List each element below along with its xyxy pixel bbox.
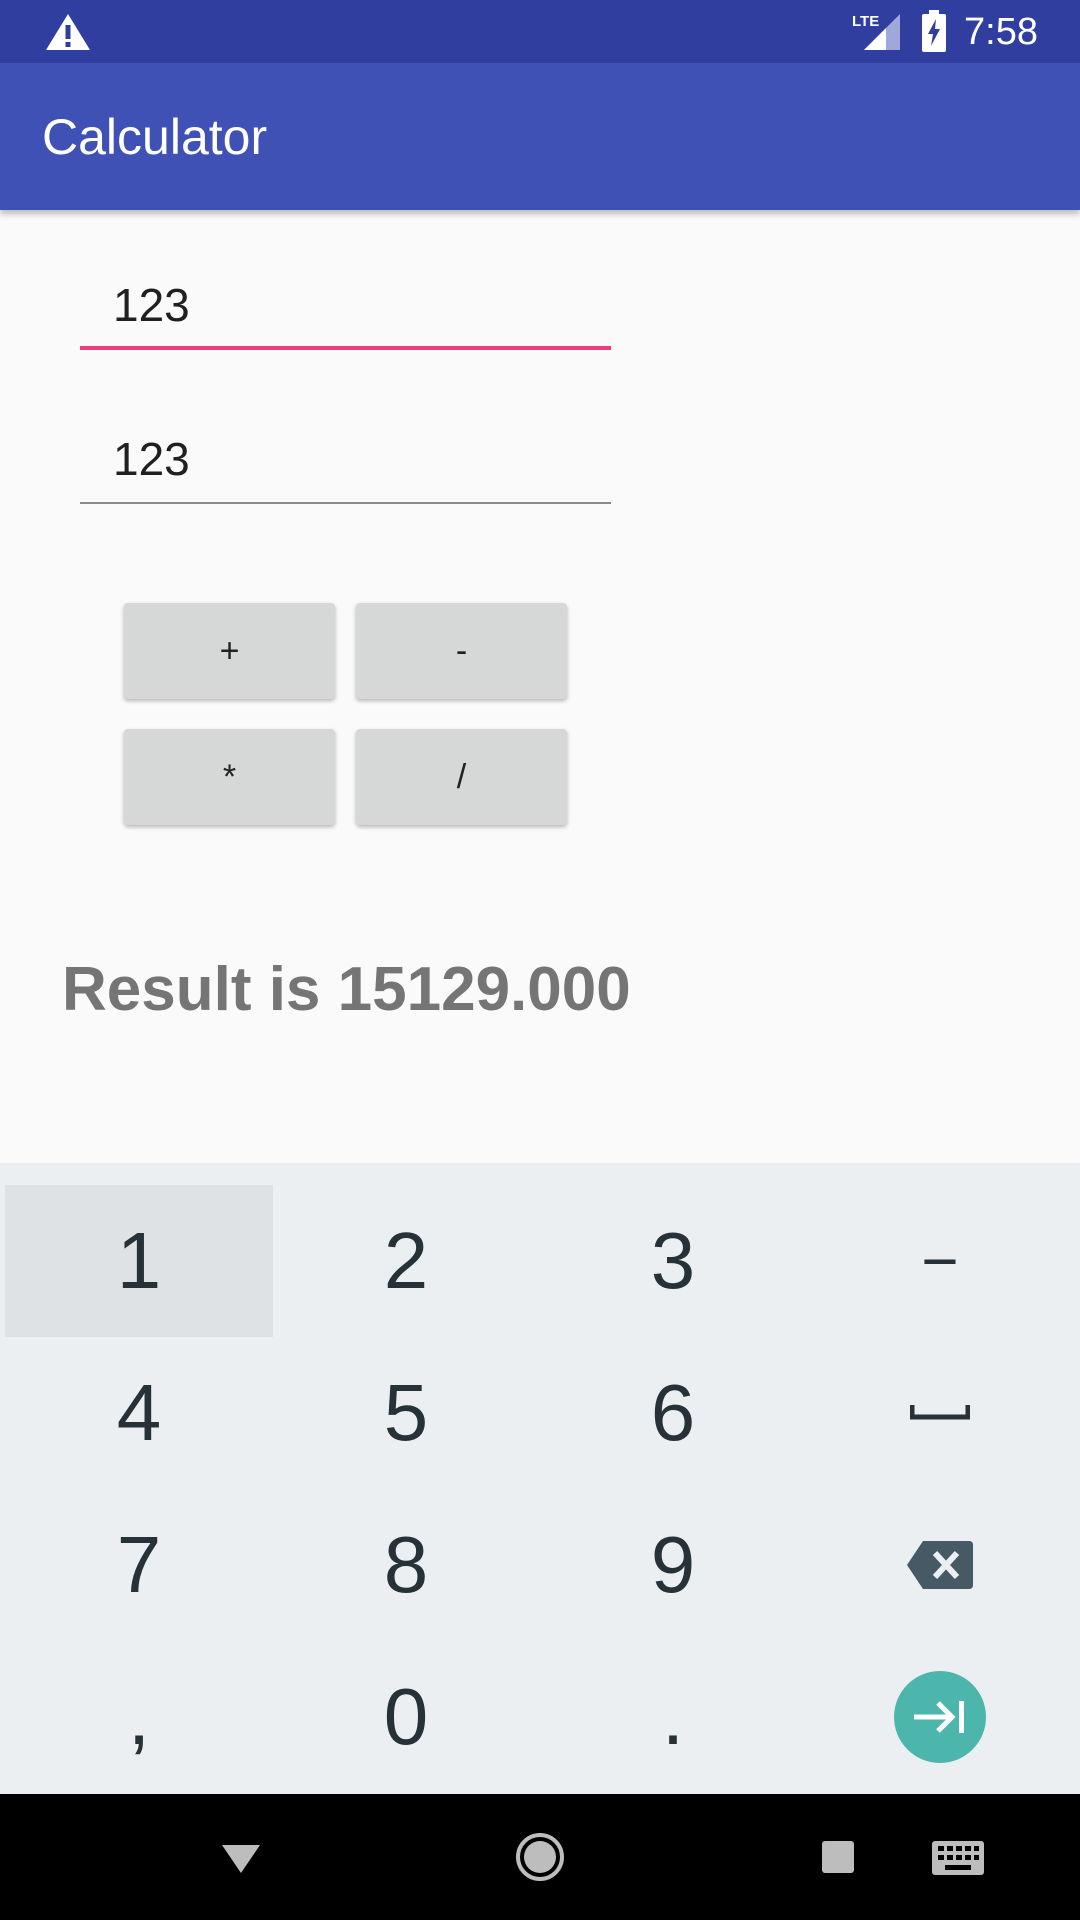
key-next[interactable] <box>806 1641 1074 1793</box>
key-7-label: 7 <box>116 1520 162 1609</box>
key-8-label: 8 <box>383 1520 429 1609</box>
recents-icon[interactable] <box>820 1827 856 1887</box>
key-minus[interactable]: − <box>806 1185 1074 1337</box>
key-7[interactable]: 7 <box>5 1489 273 1641</box>
first-number-field[interactable] <box>80 270 611 350</box>
key-1-label: 1 <box>116 1216 162 1305</box>
result-text: Result is 15129.000 <box>62 955 631 1024</box>
subtract-button[interactable]: - <box>356 603 567 699</box>
key-5-label: 5 <box>383 1368 429 1457</box>
key-9[interactable]: 9 <box>539 1489 807 1641</box>
key-backspace[interactable] <box>806 1489 1074 1641</box>
key-period-label: . <box>661 1672 685 1761</box>
key-1[interactable]: 1 <box>5 1185 273 1337</box>
network-type-label: LTE <box>852 13 879 30</box>
second-number-input[interactable] <box>80 424 611 494</box>
app-title: Calculator <box>42 109 268 165</box>
space-icon <box>910 1405 970 1420</box>
first-number-underline <box>80 346 611 350</box>
first-number-input[interactable] <box>80 270 611 340</box>
backspace-icon <box>907 1541 973 1589</box>
key-minus-label: − <box>921 1225 959 1297</box>
key-3[interactable]: 3 <box>539 1185 807 1337</box>
key-0-label: 0 <box>383 1672 429 1761</box>
key-2[interactable]: 2 <box>272 1185 540 1337</box>
numeric-keyboard: 1 2 3 − 4 5 6 7 8 9 , 0 . <box>0 1163 1080 1794</box>
keyboard-switch-icon[interactable] <box>930 1827 986 1887</box>
clock: 7:58 <box>964 11 1038 53</box>
key-2-label: 2 <box>383 1216 429 1305</box>
warning-icon <box>46 14 90 50</box>
key-6[interactable]: 6 <box>539 1337 807 1489</box>
second-number-field[interactable] <box>80 424 611 504</box>
battery-charging-icon <box>922 10 946 52</box>
key-comma-label: , <box>127 1672 151 1761</box>
next-field-icon <box>914 1701 964 1733</box>
home-icon[interactable] <box>514 1827 566 1887</box>
key-4[interactable]: 4 <box>5 1337 273 1489</box>
multiply-button[interactable]: * <box>124 729 335 825</box>
back-icon[interactable] <box>218 1827 264 1887</box>
key-comma[interactable]: , <box>5 1641 273 1793</box>
key-5[interactable]: 5 <box>272 1337 540 1489</box>
key-period[interactable]: . <box>539 1641 807 1793</box>
key-8[interactable]: 8 <box>272 1489 540 1641</box>
add-button[interactable]: + <box>124 603 335 699</box>
key-4-label: 4 <box>116 1368 162 1457</box>
status-bar: LTE 7:58 <box>0 0 1080 63</box>
next-field-button[interactable] <box>894 1671 986 1763</box>
second-number-underline <box>80 502 611 504</box>
navigation-bar <box>0 1794 1080 1920</box>
key-space[interactable] <box>806 1337 1074 1489</box>
key-3-label: 3 <box>650 1216 696 1305</box>
key-0[interactable]: 0 <box>272 1641 540 1793</box>
lte-signal-icon: LTE <box>852 13 900 50</box>
divide-button[interactable]: / <box>356 729 567 825</box>
app-bar: Calculator <box>0 63 1080 210</box>
key-9-label: 9 <box>650 1520 696 1609</box>
key-6-label: 6 <box>650 1368 696 1457</box>
